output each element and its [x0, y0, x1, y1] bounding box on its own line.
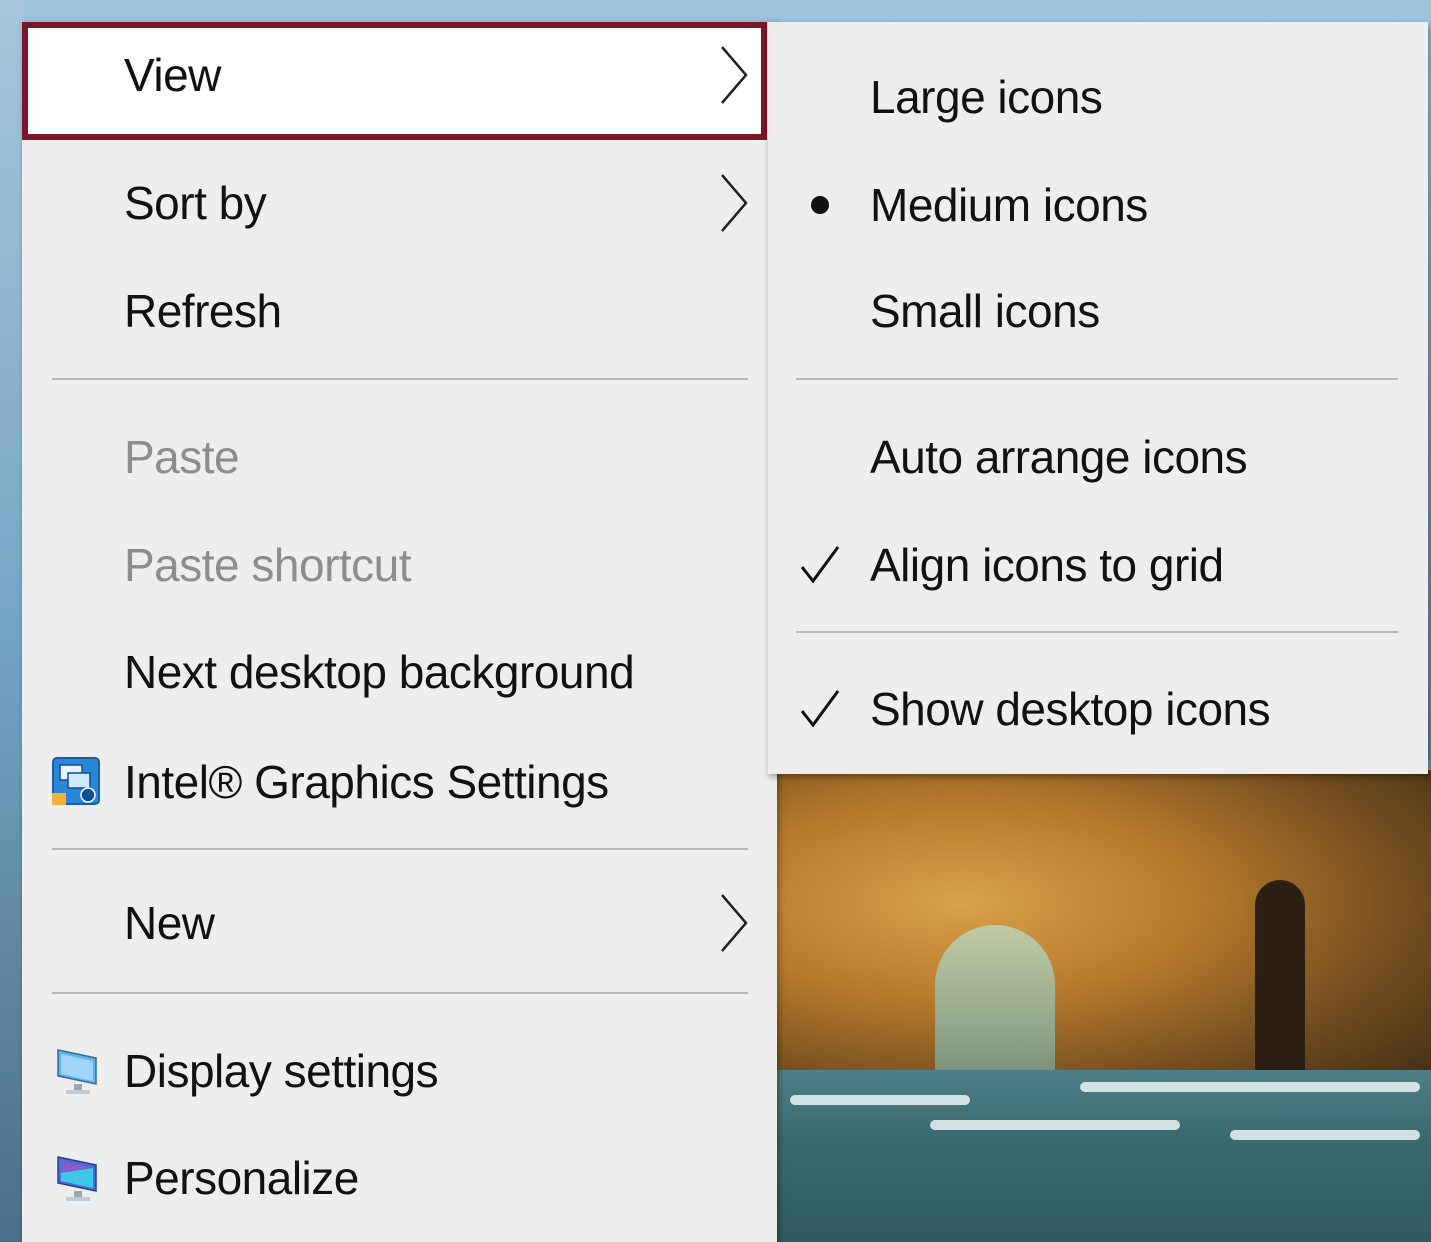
checkmark-icon [798, 543, 842, 587]
menu-item-paste-label: Paste [124, 431, 240, 483]
radio-bullet-icon [798, 183, 842, 227]
menu-separator [52, 992, 748, 994]
menu-item-new-label: New [124, 897, 215, 949]
menu-item-intel-graphics-settings-label: Intel® Graphics Settings [124, 756, 609, 808]
menu-item-paste-shortcut-label: Paste shortcut [124, 539, 412, 591]
wallpaper-wave [790, 1095, 970, 1105]
submenu-item-large-icons[interactable]: Large icons [768, 44, 1428, 150]
menu-item-intel-graphics-settings[interactable]: Intel® Graphics Settings [22, 729, 777, 835]
menu-item-refresh[interactable]: Refresh [22, 258, 777, 364]
menu-item-sort-by-label: Sort by [124, 177, 267, 229]
menu-item-sort-by[interactable]: Sort by [22, 150, 777, 256]
menu-item-view-label: View [124, 49, 221, 101]
personalize-icon [52, 1153, 102, 1203]
menu-item-refresh-label: Refresh [124, 285, 282, 337]
menu-item-next-desktop-background[interactable]: Next desktop background [22, 619, 777, 725]
submenu-item-small-icons-label: Small icons [870, 285, 1100, 337]
submenu-separator [796, 378, 1398, 380]
chevron-right-icon [718, 892, 750, 954]
wallpaper-cave [1255, 880, 1305, 1080]
display-settings-icon [52, 1046, 102, 1096]
menu-item-paste[interactable]: Paste [22, 404, 777, 510]
menu-separator [52, 848, 748, 850]
submenu-item-medium-icons-label: Medium icons [870, 179, 1148, 231]
chevron-right-icon [718, 172, 750, 234]
submenu-item-large-icons-label: Large icons [870, 71, 1103, 123]
wallpaper-left-edge [0, 0, 24, 1242]
menu-item-display-settings-label: Display settings [124, 1045, 439, 1097]
desktop-context-menu: View Sort by Refresh Paste Paste shortcu… [22, 22, 777, 1242]
submenu-item-show-desktop-icons[interactable]: Show desktop icons [768, 656, 1428, 762]
submenu-item-small-icons[interactable]: Small icons [768, 258, 1428, 364]
chevron-right-icon [718, 44, 750, 106]
menu-item-display-settings[interactable]: Display settings [22, 1018, 777, 1124]
menu-item-paste-shortcut[interactable]: Paste shortcut [22, 512, 777, 618]
menu-item-personalize[interactable]: Personalize [22, 1125, 777, 1231]
wallpaper-wave [930, 1120, 1180, 1130]
submenu-item-align-icons-to-grid[interactable]: Align icons to grid [768, 512, 1428, 618]
menu-item-personalize-label: Personalize [124, 1152, 359, 1204]
view-submenu: Large icons Medium icons Small icons Aut… [767, 22, 1428, 774]
wallpaper-rock-formation [760, 770, 1431, 1100]
menu-separator [52, 378, 748, 380]
submenu-item-show-desktop-icons-label: Show desktop icons [870, 683, 1271, 735]
submenu-item-medium-icons[interactable]: Medium icons [768, 152, 1428, 258]
checkmark-icon [798, 687, 842, 731]
submenu-item-auto-arrange-icons-label: Auto arrange icons [870, 431, 1248, 483]
menu-item-new[interactable]: New [22, 870, 777, 976]
intel-graphics-icon [52, 757, 102, 807]
wallpaper-wave [1230, 1130, 1420, 1140]
menu-item-next-desktop-background-label: Next desktop background [124, 646, 635, 698]
submenu-separator [796, 631, 1398, 633]
submenu-item-auto-arrange-icons[interactable]: Auto arrange icons [768, 404, 1428, 510]
wallpaper-wave [1080, 1082, 1420, 1092]
menu-item-view[interactable]: View [22, 22, 777, 140]
submenu-item-align-icons-to-grid-label: Align icons to grid [870, 539, 1224, 591]
